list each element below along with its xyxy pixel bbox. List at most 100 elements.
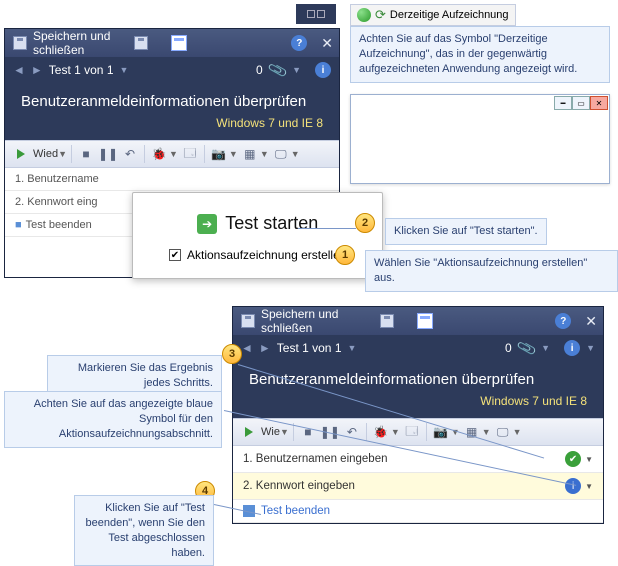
start-test-label: Test starten (225, 213, 318, 234)
panel2-step-2[interactable]: 2. Kennwort eingeben i ▼ (233, 473, 603, 500)
screen-drop-icon[interactable]: ▼ (513, 427, 522, 437)
document-icon[interactable] (170, 34, 188, 52)
play-icon[interactable] (239, 422, 259, 442)
document-icon[interactable] (416, 312, 434, 330)
win-close-icon[interactable]: ✕ (590, 96, 608, 110)
mark-drop-icon[interactable]: ▼ (585, 455, 593, 464)
panel1-toolbar: Wied ▼ ■ ❚❚ ↶ 🐞 ▼ 🗔 📷 ▼ ▦ ▼ 🖵 ▼ (5, 140, 339, 168)
bug-drop-icon[interactable]: ▼ (391, 427, 400, 437)
callout-click-start: Klicken Sie auf "Test starten". (385, 218, 547, 245)
tb-grid-icon[interactable]: ▦ (240, 144, 260, 164)
panel2-toolbar: Wie ▼ ■ ❚❚ ↶ 🐞 ▼ 🗔 📷 ▼ ▦ ▼ 🖵 ▼ (233, 418, 603, 446)
save-all-icon[interactable] (132, 34, 150, 52)
save-icon[interactable] (11, 34, 29, 52)
panel1-test-subtitle: Windows 7 und IE 8 (5, 112, 339, 140)
nav-dropdown-icon[interactable]: ▼ (348, 343, 357, 353)
callout-blue-symbol: Achten Sie auf das angezeigte blaue Symb… (4, 391, 222, 448)
screen-drop-icon[interactable]: ▼ (291, 149, 300, 159)
start-test-button[interactable]: ➔ Test starten (169, 213, 346, 234)
badge-3: 3 (222, 344, 242, 364)
win-max-icon[interactable]: ▭ (572, 96, 590, 110)
create-recording-checkbox[interactable]: ✔ Aktionsaufzeichnung erstellen (169, 248, 346, 262)
nav-prev-icon[interactable]: ◄ (241, 341, 253, 355)
attach-drop-icon[interactable]: ▼ (292, 65, 301, 75)
callout-recording-symbol: Achten Sie auf das Symbol "Derzeitige Au… (350, 26, 610, 83)
tb-grid-icon[interactable]: ▦ (462, 422, 482, 442)
help-icon[interactable]: ? (291, 35, 307, 51)
attachment-icon[interactable]: 📎 (515, 337, 537, 359)
close-icon[interactable]: ✕ (585, 313, 597, 330)
test-counter: 0 (505, 341, 512, 355)
test-nav-label: Test 1 von 1 (49, 63, 114, 77)
panel2-step-list: 1. Benutzernamen eingeben ✔ ▼ 2. Kennwor… (233, 446, 603, 523)
panel2-test-nav: ◄ ► Test 1 von 1 ▼ 0 📎 ▼ i ▼ (233, 335, 603, 361)
record-layout-bar (296, 4, 336, 24)
toolbar-wie-label[interactable]: Wie (261, 426, 280, 438)
nav-prev-icon[interactable]: ◄ (13, 63, 25, 77)
help-icon[interactable]: ? (555, 313, 571, 329)
tb-card-icon[interactable]: 🗔 (402, 422, 422, 442)
play-icon[interactable] (11, 144, 31, 164)
toolbar-wied-label[interactable]: Wied (33, 148, 58, 160)
create-recording-label: Aktionsaufzeichnung erstellen (187, 248, 346, 262)
panel1-step-1[interactable]: 1. Benutzername (5, 168, 339, 191)
close-icon[interactable]: ✕ (321, 35, 333, 52)
panel2-header-title[interactable]: Speichern und schließen (261, 307, 374, 335)
info-icon[interactable]: i (564, 340, 580, 356)
nav-next-icon[interactable]: ► (31, 63, 43, 77)
panel1-test-title: Benutzeranmeldeinformationen überprüfen (5, 83, 339, 112)
info-icon[interactable]: i (315, 62, 331, 78)
panel2-test-title: Benutzeranmeldeinformationen überprüfen (233, 361, 603, 390)
win-min-icon[interactable]: ━ (554, 96, 572, 110)
panel2-step-1[interactable]: 1. Benutzernamen eingeben ✔ ▼ (233, 446, 603, 473)
refresh-icon: ⟳ (375, 7, 386, 23)
save-icon[interactable] (239, 312, 257, 330)
window-buttons: ━ ▭ ✕ (554, 96, 608, 110)
panel1-test-nav: ◄ ► Test 1 von 1 ▼ 0 📎 ▼ i (5, 57, 339, 83)
test-runner-panel-2: Speichern und schließen ? ✕ ◄ ► Test 1 v… (232, 306, 604, 524)
start-test-popup: ➔ Test starten ✔ Aktionsaufzeichnung ers… (132, 192, 383, 279)
panel1-header-title[interactable]: Speichern und schließen (33, 29, 128, 57)
tb-screen-icon[interactable]: 🖵 (493, 422, 513, 442)
tb-bug-icon[interactable]: 🐞 (149, 144, 169, 164)
arrow-start-icon: ➔ (197, 214, 217, 234)
current-recording-label: Derzeitige Aufzeichnung (390, 9, 509, 21)
info-mark-icon[interactable]: i (565, 478, 581, 494)
callout-click-end: Klicken Sie auf "Test beenden", wenn Sie… (74, 495, 214, 566)
save-all-icon[interactable] (378, 312, 396, 330)
panel1-header: Speichern und schließen ? ✕ (5, 29, 339, 57)
tb-stop-icon[interactable]: ■ (76, 144, 96, 164)
tb-pause-icon[interactable]: ❚❚ (98, 144, 118, 164)
mark-drop-icon[interactable]: ▼ (585, 482, 593, 491)
tb-card-icon[interactable]: 🗔 (180, 144, 200, 164)
cam-drop-icon[interactable]: ▼ (229, 149, 238, 159)
globe-icon (357, 8, 371, 22)
grid-drop-icon[interactable]: ▼ (482, 427, 491, 437)
tb-undo-icon[interactable]: ↶ (120, 144, 140, 164)
current-recording-header: ⟳ Derzeitige Aufzeichnung (350, 4, 516, 26)
panel2-test-subtitle: Windows 7 und IE 8 (233, 390, 603, 418)
test-counter: 0 (256, 63, 263, 77)
panel2-step-end-label: Test beenden (261, 505, 330, 517)
callout-select-recording: Wählen Sie "Aktionsaufzeichnung erstelle… (365, 250, 618, 292)
attachment-icon[interactable]: 📎 (266, 59, 288, 81)
tb-stop-icon[interactable]: ■ (298, 422, 318, 442)
tb-screen-icon[interactable]: 🖵 (271, 144, 291, 164)
panel2-step-end[interactable]: Test beenden (233, 500, 603, 523)
nav-dropdown-icon[interactable]: ▼ (120, 65, 129, 75)
nav-next-icon[interactable]: ► (259, 341, 271, 355)
wie-drop-icon[interactable]: ▼ (280, 427, 289, 437)
panel2-step-2-label: 2. Kennwort eingeben (243, 480, 355, 492)
tb-camera-icon[interactable]: 📷 (209, 144, 229, 164)
recorded-app-window: ━ ▭ ✕ (350, 94, 610, 184)
pass-mark-icon[interactable]: ✔ (565, 451, 581, 467)
panel2-step-1-label: 1. Benutzernamen eingeben (243, 453, 388, 465)
test-nav-label: Test 1 von 1 (277, 341, 342, 355)
bug-drop-icon[interactable]: ▼ (169, 149, 178, 159)
grid-drop-icon[interactable]: ▼ (260, 149, 269, 159)
tb-bug-icon[interactable]: 🐞 (371, 422, 391, 442)
attach-drop-icon[interactable]: ▼ (541, 343, 550, 353)
wied-drop-icon[interactable]: ▼ (58, 149, 67, 159)
info-drop-icon[interactable]: ▼ (586, 343, 595, 353)
checkbox-icon: ✔ (169, 249, 181, 261)
